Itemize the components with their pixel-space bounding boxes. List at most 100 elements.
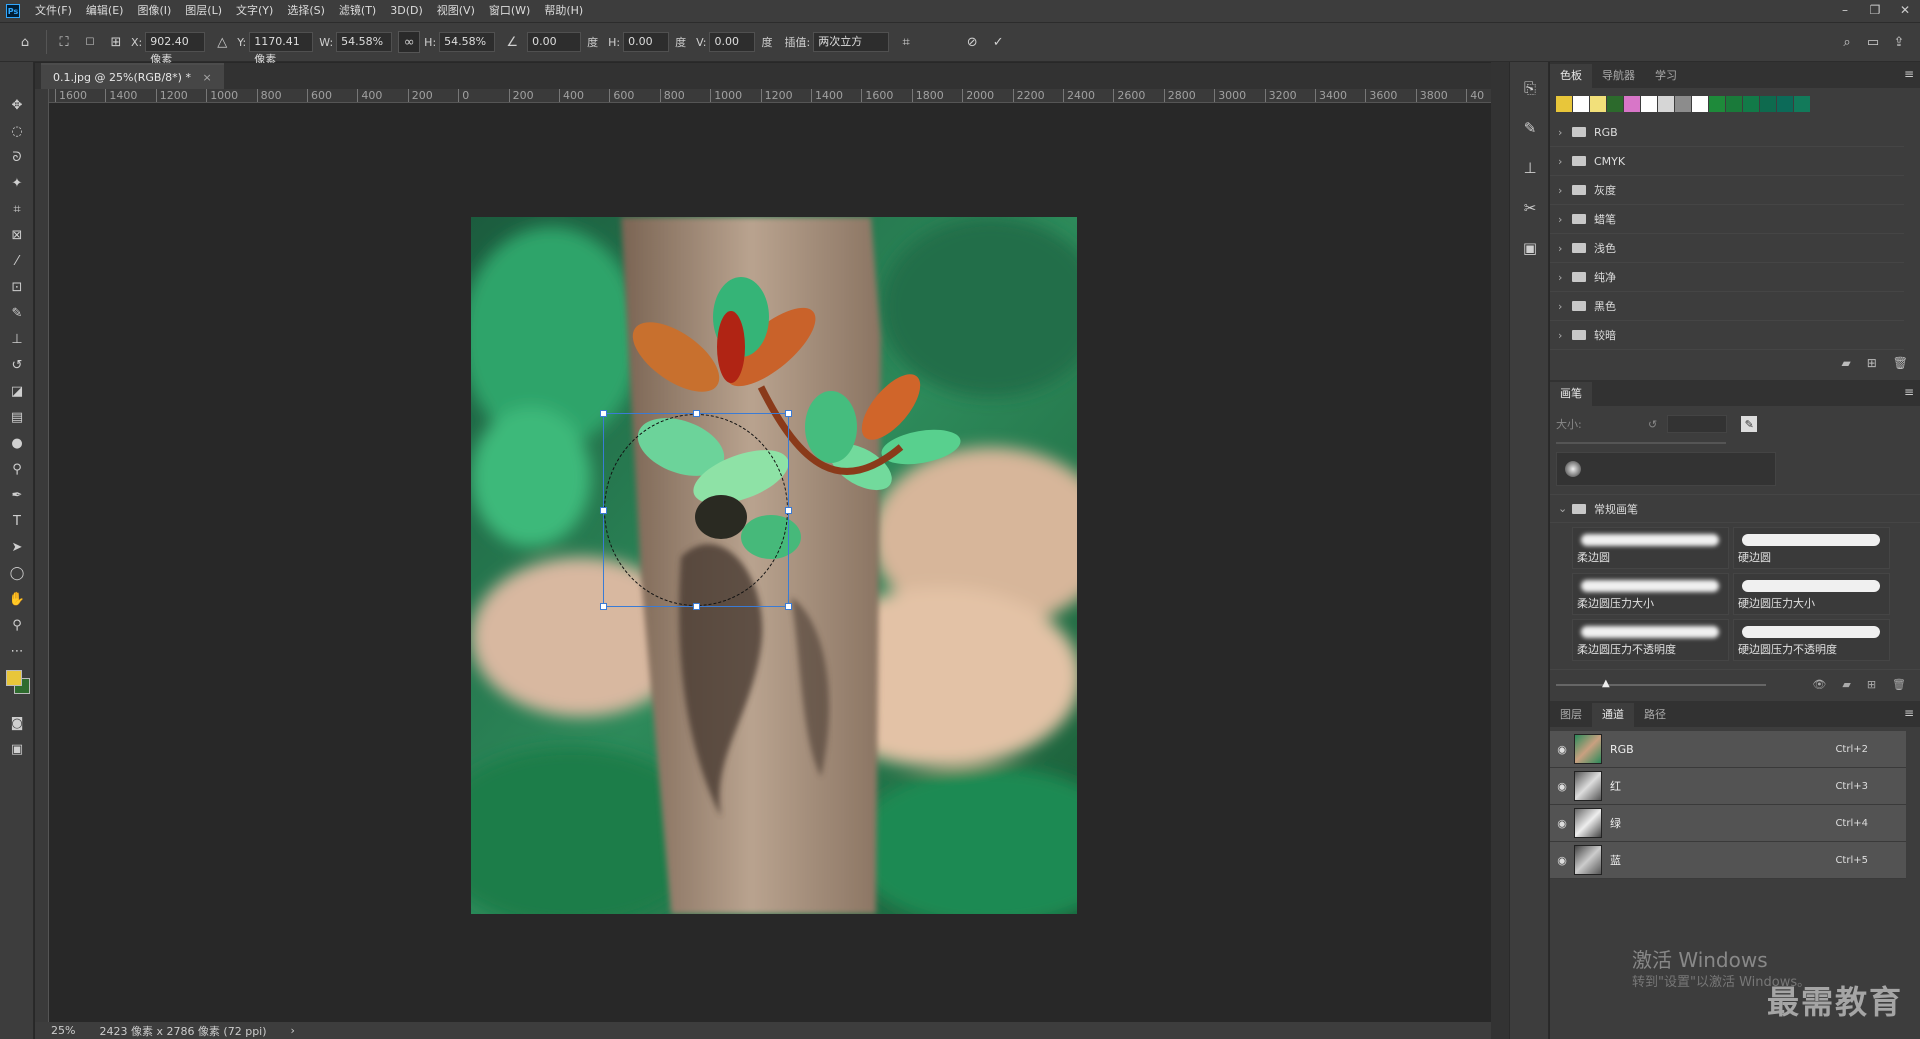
color-swatch[interactable] xyxy=(1573,96,1589,112)
cancel-transform-icon[interactable]: ⊘ xyxy=(961,31,983,53)
new-swatch-icon[interactable]: ⊞ xyxy=(1867,356,1877,370)
y-field[interactable]: 1170.41 像素 xyxy=(249,32,314,66)
type-tool-icon[interactable]: T xyxy=(0,508,34,534)
minimize-button[interactable]: – xyxy=(1830,0,1860,22)
hskew-field[interactable]: 0.00 xyxy=(623,32,670,52)
pen-tool-icon[interactable]: ✒ xyxy=(0,482,34,508)
brush-preset[interactable]: 柔边圆 xyxy=(1572,527,1729,569)
lasso-tool-icon[interactable]: ᘐ xyxy=(0,144,34,170)
quick-mask-icon[interactable]: ◙ xyxy=(0,710,34,736)
swatch-group[interactable]: › 纯净 xyxy=(1550,263,1904,292)
menu-item[interactable]: 文件(F) xyxy=(28,0,79,22)
menu-item[interactable]: 滤镜(T) xyxy=(332,0,383,22)
chevron-right-icon[interactable]: › xyxy=(1558,126,1572,139)
tab-channels[interactable]: 通道 xyxy=(1592,703,1634,727)
chevron-right-icon[interactable]: › xyxy=(1558,213,1572,226)
transform-handle[interactable] xyxy=(600,603,607,610)
color-swatch[interactable] xyxy=(1777,96,1793,112)
warp-mode-icon[interactable]: ⌗ xyxy=(895,31,917,53)
magic-wand-tool-icon[interactable]: ✦ xyxy=(0,170,34,196)
hand-tool-icon[interactable]: ✋ xyxy=(0,586,34,612)
eye-icon[interactable]: ◉ xyxy=(1550,780,1574,793)
brush-tool-icon[interactable]: ✎ xyxy=(0,300,34,326)
panel-menu-icon[interactable]: ≡ xyxy=(1904,67,1914,81)
tab-swatches[interactable]: 色板 xyxy=(1550,64,1592,88)
menu-item[interactable]: 图像(I) xyxy=(130,0,178,22)
x-field[interactable]: 902.40 像素 xyxy=(145,32,206,66)
eye-icon[interactable]: ◉ xyxy=(1550,854,1574,867)
commit-transform-icon[interactable]: ✓ xyxy=(987,31,1009,53)
swatch-group[interactable]: › 蜡笔 xyxy=(1550,205,1904,234)
swatch-group[interactable]: › CMYK xyxy=(1550,147,1904,176)
transform-handle[interactable] xyxy=(785,410,792,417)
transform-handle[interactable] xyxy=(693,603,700,610)
reference-point-grid-icon[interactable]: ⊞ xyxy=(105,31,127,53)
frame-tool-icon[interactable]: ⊠ xyxy=(0,222,34,248)
eraser-tool-icon[interactable]: ◪ xyxy=(0,378,34,404)
tab-paths[interactable]: 路径 xyxy=(1634,703,1676,727)
chevron-right-icon[interactable]: › xyxy=(1558,300,1572,313)
menu-item[interactable]: 文字(Y) xyxy=(229,0,280,22)
history-brush-tool-icon[interactable]: ↺ xyxy=(0,352,34,378)
brush-preset[interactable]: 硬边圆 xyxy=(1733,527,1890,569)
gradient-tool-icon[interactable]: ▤ xyxy=(0,404,34,430)
document-tab[interactable]: 0.1.jpg @ 25%(RGB/8*) * × xyxy=(41,63,224,89)
crop-tool-icon[interactable]: ⌗ xyxy=(0,196,34,222)
chevron-right-icon[interactable]: › xyxy=(1558,329,1572,342)
shape-tool-icon[interactable]: ◯ xyxy=(0,560,34,586)
tool-presets-icon[interactable]: ✂ xyxy=(1510,188,1550,228)
close-button[interactable]: ✕ xyxy=(1890,0,1920,22)
marquee-tool-icon[interactable]: ◌ xyxy=(0,118,34,144)
swatch-group[interactable]: › 灰度 xyxy=(1550,176,1904,205)
chevron-right-icon[interactable]: › xyxy=(1558,242,1572,255)
foreground-color-swatch[interactable] xyxy=(6,670,22,686)
channel-row[interactable]: ◉ 绿 Ctrl+4 xyxy=(1550,805,1906,842)
dodge-tool-icon[interactable]: ⚲ xyxy=(0,456,34,482)
tab-layers[interactable]: 图层 xyxy=(1550,703,1592,727)
link-icon[interactable]: ∞ xyxy=(398,31,421,53)
color-swatch[interactable] xyxy=(1726,96,1742,112)
zoom-level[interactable]: 25% xyxy=(51,1024,75,1037)
new-group-icon[interactable]: ▰ xyxy=(1841,356,1850,370)
tab-learn[interactable]: 学习 xyxy=(1645,64,1687,88)
search-icon[interactable]: ⌕ xyxy=(1836,31,1858,53)
slider-thumb-icon[interactable]: ▲ xyxy=(1602,678,1610,689)
color-swatches[interactable] xyxy=(0,664,33,710)
menu-item[interactable]: 帮助(H) xyxy=(537,0,590,22)
swatch-group[interactable]: › 浅色 xyxy=(1550,234,1904,263)
brush-preset[interactable]: 柔边圆压力不透明度 xyxy=(1572,619,1729,661)
tab-close-icon[interactable]: × xyxy=(202,71,211,84)
brush-preset[interactable]: 硬边圆压力不透明度 xyxy=(1733,619,1890,661)
delete-brush-icon[interactable]: 🗑 xyxy=(1892,678,1906,691)
vskew-field[interactable]: 0.00 xyxy=(709,32,756,52)
angle-field[interactable]: 0.00 xyxy=(527,32,582,52)
eye-icon[interactable]: ◉ xyxy=(1550,817,1574,830)
transform-handle[interactable] xyxy=(785,507,792,514)
channel-row[interactable]: ◉ 红 Ctrl+3 xyxy=(1550,768,1906,805)
transform-handle[interactable] xyxy=(693,410,700,417)
swatch-group[interactable]: › 黑色 xyxy=(1550,292,1904,321)
brush-edit-icon[interactable]: ✎ xyxy=(1741,416,1758,432)
blur-tool-icon[interactable]: ● xyxy=(0,430,34,456)
delta-icon[interactable]: △ xyxy=(211,31,233,53)
brush-folder[interactable]: ⌄ 常规画笔 xyxy=(1550,494,1920,523)
color-swatch[interactable] xyxy=(1675,96,1691,112)
new-folder-icon[interactable]: ▰ xyxy=(1842,678,1850,691)
transform-handle[interactable] xyxy=(600,507,607,514)
color-swatch[interactable] xyxy=(1709,96,1725,112)
new-brush-icon[interactable]: ⊞ xyxy=(1867,678,1876,691)
color-swatch[interactable] xyxy=(1607,96,1623,112)
swatch-group[interactable]: › 较暗 xyxy=(1550,321,1904,350)
menu-item[interactable]: 选择(S) xyxy=(280,0,332,22)
eyedropper-tool-icon[interactable]: ⁄ xyxy=(0,248,34,274)
zoom-tool-icon[interactable]: ⚲ xyxy=(0,612,34,638)
color-swatch[interactable] xyxy=(1794,96,1810,112)
chevron-right-icon[interactable]: › xyxy=(1558,184,1572,197)
screen-mode-icon[interactable]: ▣ xyxy=(0,736,34,762)
panel-collapse-strip[interactable] xyxy=(1491,62,1509,1039)
clone-stamp-tool-icon[interactable]: ⊥ xyxy=(0,326,34,352)
color-swatch[interactable] xyxy=(1658,96,1674,112)
menu-item[interactable]: 图层(L) xyxy=(178,0,229,22)
home-icon[interactable]: ⌂ xyxy=(14,31,36,53)
width-field[interactable]: 54.58% xyxy=(336,32,393,52)
